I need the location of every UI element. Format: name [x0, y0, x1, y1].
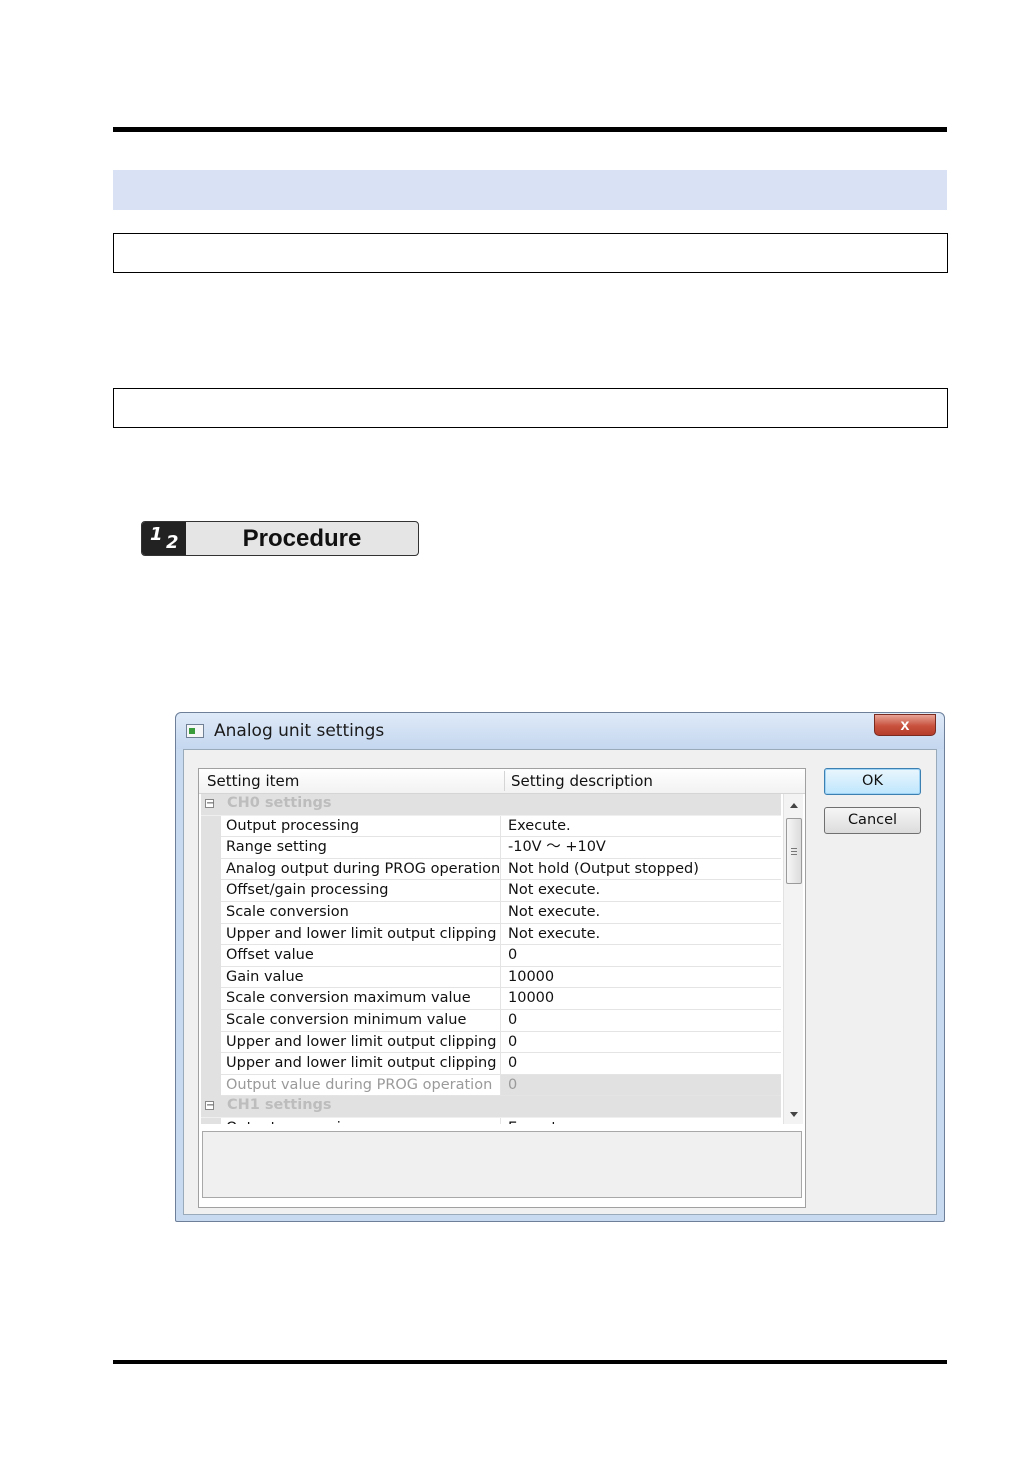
setting-row[interactable]: Offset/gain processing Not execute.: [201, 880, 781, 902]
setting-value[interactable]: Execute.: [501, 1118, 781, 1124]
setting-row[interactable]: Scale conversion Not execute.: [201, 901, 781, 924]
setting-item-name: Scale conversion maximum value: [221, 988, 501, 1010]
footer-rule: [113, 1360, 947, 1364]
setting-row[interactable]: Offset value 0: [201, 945, 781, 967]
content-box-2: [113, 388, 948, 428]
close-button[interactable]: x: [874, 714, 936, 736]
grid-header: Setting item Setting description: [199, 769, 805, 794]
app-icon: [186, 724, 204, 738]
setting-value[interactable]: 10000: [501, 967, 781, 989]
setting-item-name: Scale conversion: [221, 901, 501, 924]
setting-item-name: Gain value: [221, 966, 501, 989]
group-label: CH1 settings: [227, 1097, 332, 1114]
column-divider[interactable]: [504, 771, 505, 791]
setting-row[interactable]: Upper and lower limit output clipping ..…: [201, 1053, 781, 1075]
scroll-up-arrow-icon[interactable]: [790, 803, 798, 808]
setting-value[interactable]: Not execute.: [501, 880, 781, 902]
setting-item-name: Output processing: [221, 1117, 501, 1124]
procedure-badge: 1 2 Procedure: [141, 521, 419, 556]
setting-item-name: Upper and lower limit output clipping ..…: [221, 1053, 501, 1075]
setting-row[interactable]: Output value during PROG operation 0: [201, 1074, 781, 1097]
setting-value[interactable]: Not execute.: [501, 924, 781, 946]
setting-item-name: Upper and lower limit output clipping: [221, 923, 501, 946]
group-row[interactable]: − CH1 settings: [201, 1096, 781, 1118]
setting-value[interactable]: Not hold (Output stopped): [501, 859, 781, 881]
setting-row[interactable]: Analog output during PROG operation Not h…: [201, 858, 781, 881]
setting-item-name: Scale conversion minimum value: [221, 1009, 501, 1032]
setting-item-name: Offset/gain processing: [221, 880, 501, 902]
cancel-button[interactable]: Cancel: [824, 807, 921, 834]
setting-item-name: Range setting: [221, 837, 501, 859]
content-box-1: [113, 233, 948, 273]
setting-item-name: Output processing: [221, 815, 501, 838]
setting-row[interactable]: Scale conversion maximum value 10000: [201, 988, 781, 1010]
setting-value[interactable]: 10000: [501, 988, 781, 1010]
dialog-title: Analog unit settings: [214, 721, 385, 741]
procedure-number-icon: 1 2: [142, 522, 186, 555]
setting-value[interactable]: 0: [501, 1053, 781, 1075]
header-rule: [113, 127, 947, 132]
setting-row[interactable]: Upper and lower limit output clipping Not…: [201, 923, 781, 946]
description-panel: [202, 1131, 802, 1198]
setting-item-name: Upper and lower limit output clipping ..…: [221, 1031, 501, 1054]
dialog-titlebar[interactable]: Analog unit settings x: [176, 713, 944, 749]
setting-value: 0: [501, 1074, 781, 1097]
setting-item-name: Offset value: [221, 945, 501, 967]
setting-row[interactable]: Range setting -10V 〜 +10V: [201, 837, 781, 859]
setting-value[interactable]: 0: [501, 1010, 781, 1032]
setting-value[interactable]: 0: [501, 945, 781, 967]
column-header-setting-description[interactable]: Setting description: [511, 772, 653, 790]
setting-item-name: Analog output during PROG operation: [221, 858, 501, 881]
setting-row[interactable]: Gain value 10000: [201, 966, 781, 989]
setting-item-name: Output value during PROG operation: [221, 1074, 501, 1097]
setting-value[interactable]: Execute.: [501, 816, 781, 838]
grid-body: − CH0 settings Output processing Execute. Ra…: [201, 794, 781, 1124]
setting-value[interactable]: 0: [501, 1032, 781, 1054]
analog-unit-settings-dialog: Analog unit settings x Setting item Sett…: [175, 712, 945, 1222]
scroll-down-arrow-icon[interactable]: [790, 1112, 798, 1117]
collapse-toggle-icon[interactable]: −: [205, 799, 214, 809]
scroll-thumb[interactable]: [786, 818, 802, 884]
setting-row[interactable]: Upper and lower limit output clipping ..…: [201, 1031, 781, 1054]
settings-grid: Setting item Setting description − CH0 se…: [198, 768, 806, 1208]
setting-row[interactable]: Scale conversion minimum value 0: [201, 1009, 781, 1032]
setting-value[interactable]: Not execute.: [501, 902, 781, 924]
procedure-label: Procedure: [242, 525, 362, 552]
ok-button[interactable]: OK: [824, 768, 921, 795]
section-heading-band: [113, 170, 947, 210]
dialog-client-area: Setting item Setting description − CH0 se…: [183, 749, 937, 1215]
collapse-toggle-icon[interactable]: −: [205, 1101, 214, 1111]
group-label: CH0 settings: [227, 795, 332, 811]
setting-row[interactable]: Output processingExecute.: [201, 815, 781, 838]
column-header-setting-item[interactable]: Setting item: [207, 772, 299, 790]
setting-row[interactable]: Output processingExecute.: [201, 1117, 781, 1124]
setting-value[interactable]: -10V 〜 +10V: [501, 837, 781, 859]
group-row[interactable]: − CH0 settings: [201, 794, 781, 816]
vertical-scrollbar[interactable]: [783, 794, 803, 1124]
